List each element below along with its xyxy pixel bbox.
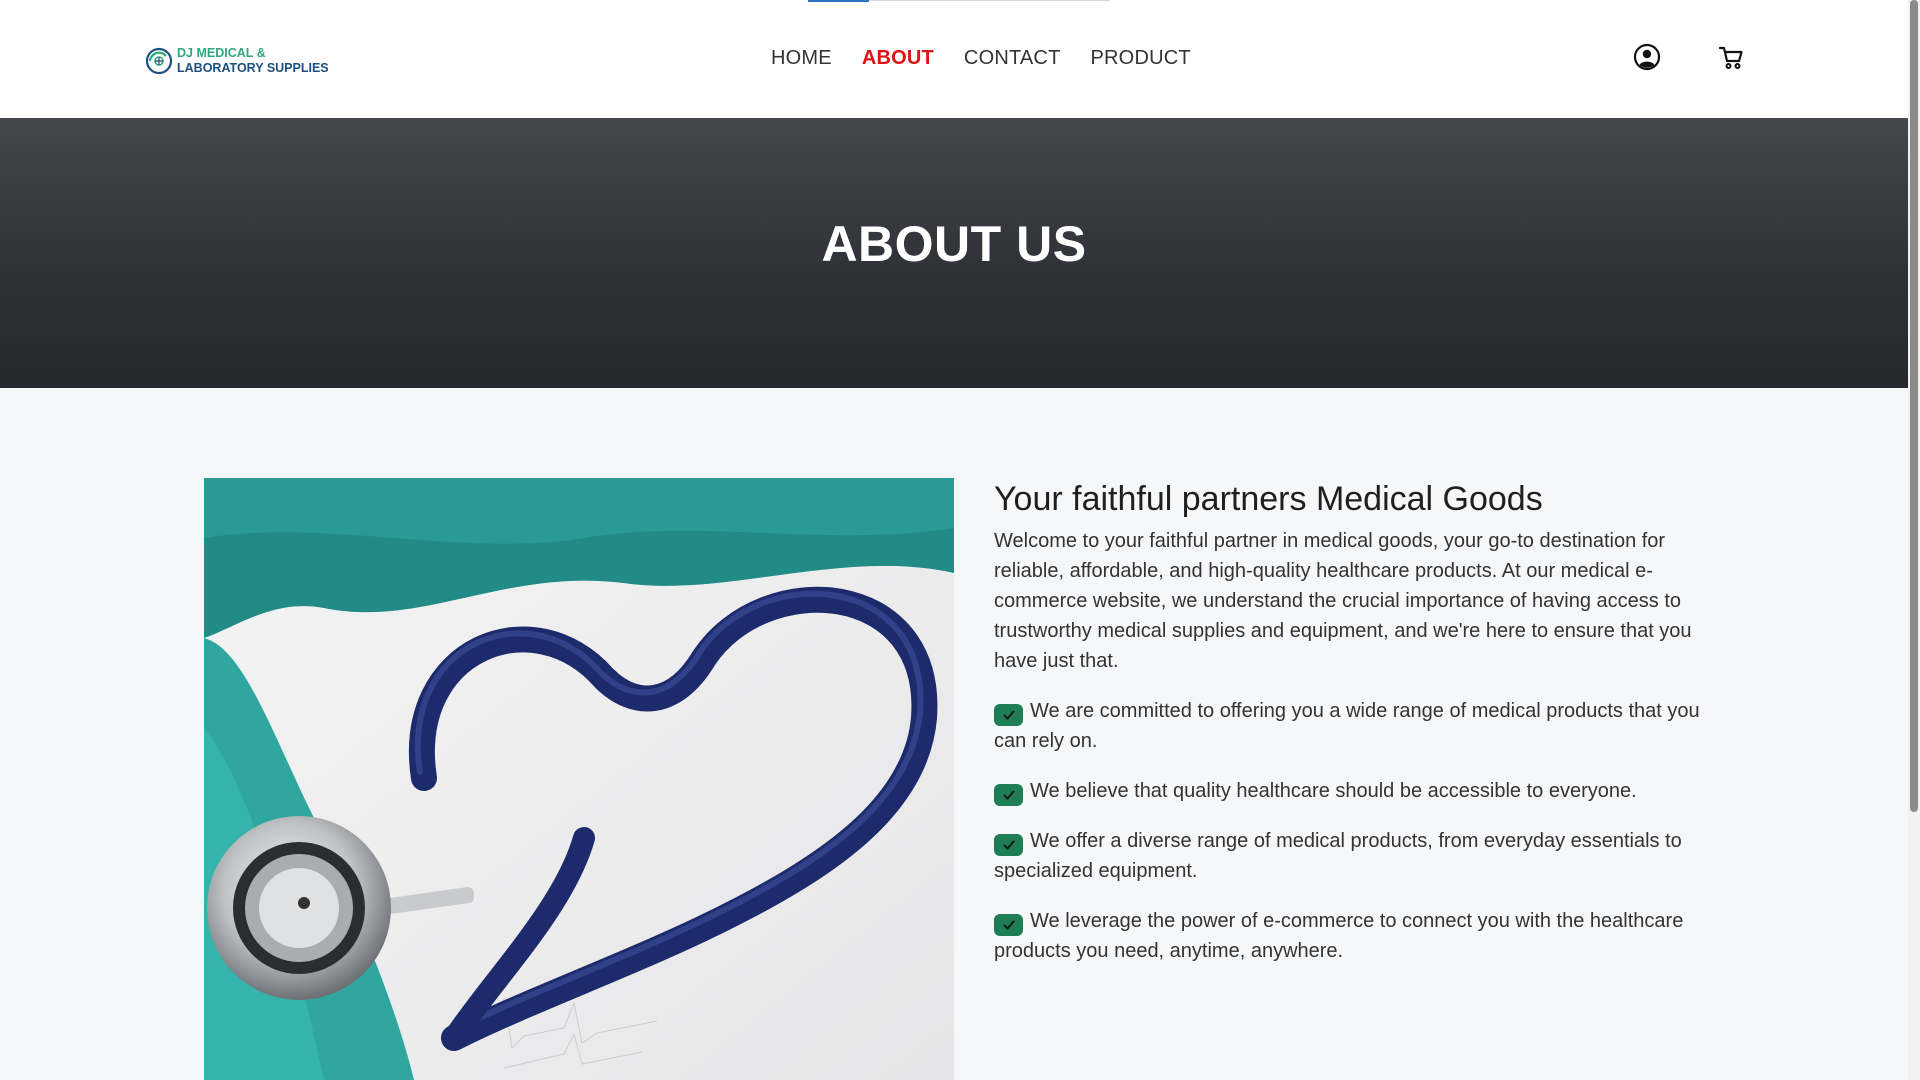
shopping-cart-button[interactable] (1716, 42, 1746, 72)
bullet-text: We are committed to offering you a wide … (994, 700, 1700, 752)
check-icon (994, 784, 1023, 806)
nav-about[interactable]: ABOUT (862, 44, 934, 72)
vertical-scrollbar[interactable] (1908, 0, 1920, 1080)
bullet-text: We offer a diverse range of medical prod… (994, 830, 1682, 882)
site-logo[interactable]: DJ MEDICAL & LABORATORY SUPPLIES (145, 44, 329, 78)
list-item: We believe that quality healthcare shoul… (994, 776, 1714, 806)
check-icon (994, 704, 1023, 726)
stethoscope-heart-image (204, 478, 954, 1080)
logo-line-2: LABORATORY SUPPLIES (177, 61, 329, 75)
list-item: We are committed to offering you a wide … (994, 696, 1714, 756)
site-header: DJ MEDICAL & LABORATORY SUPPLIES HOME AB… (0, 0, 1908, 118)
nav-contact[interactable]: CONTACT (964, 44, 1061, 72)
bullet-text: We believe that quality healthcare shoul… (1030, 780, 1637, 802)
stethoscope-illustration (204, 478, 954, 1080)
bullet-text: We leverage the power of e-commerce to c… (994, 910, 1684, 962)
shopping-cart-icon (1718, 46, 1743, 69)
list-item: We leverage the power of e-commerce to c… (994, 906, 1714, 966)
about-heading: Your faithful partners Medical Goods (994, 480, 1543, 518)
check-icon (994, 914, 1023, 936)
page-hero-banner: ABOUT US (0, 118, 1908, 388)
about-intro: Welcome to your faithful partner in medi… (994, 530, 1692, 672)
user-account-button[interactable] (1632, 42, 1662, 72)
logo-line-1: DJ MEDICAL & (177, 46, 266, 60)
nav-product[interactable]: PRODUCT (1091, 44, 1191, 72)
list-item: We offer a diverse range of medical prod… (994, 826, 1714, 886)
commitments-list: We are committed to offering you a wide … (994, 696, 1714, 966)
main-nav: HOME ABOUT CONTACT PRODUCT (771, 44, 1221, 72)
logo-icon (145, 47, 173, 75)
check-icon (994, 834, 1023, 856)
scrollbar-thumb[interactable] (1910, 0, 1918, 812)
top-active-indicator (808, 0, 869, 2)
about-content: Your faithful partners Medical Goods Wel… (994, 478, 1714, 986)
nav-home[interactable]: HOME (771, 44, 832, 72)
user-account-icon (1633, 43, 1661, 71)
page-title: ABOUT US (821, 216, 1087, 272)
